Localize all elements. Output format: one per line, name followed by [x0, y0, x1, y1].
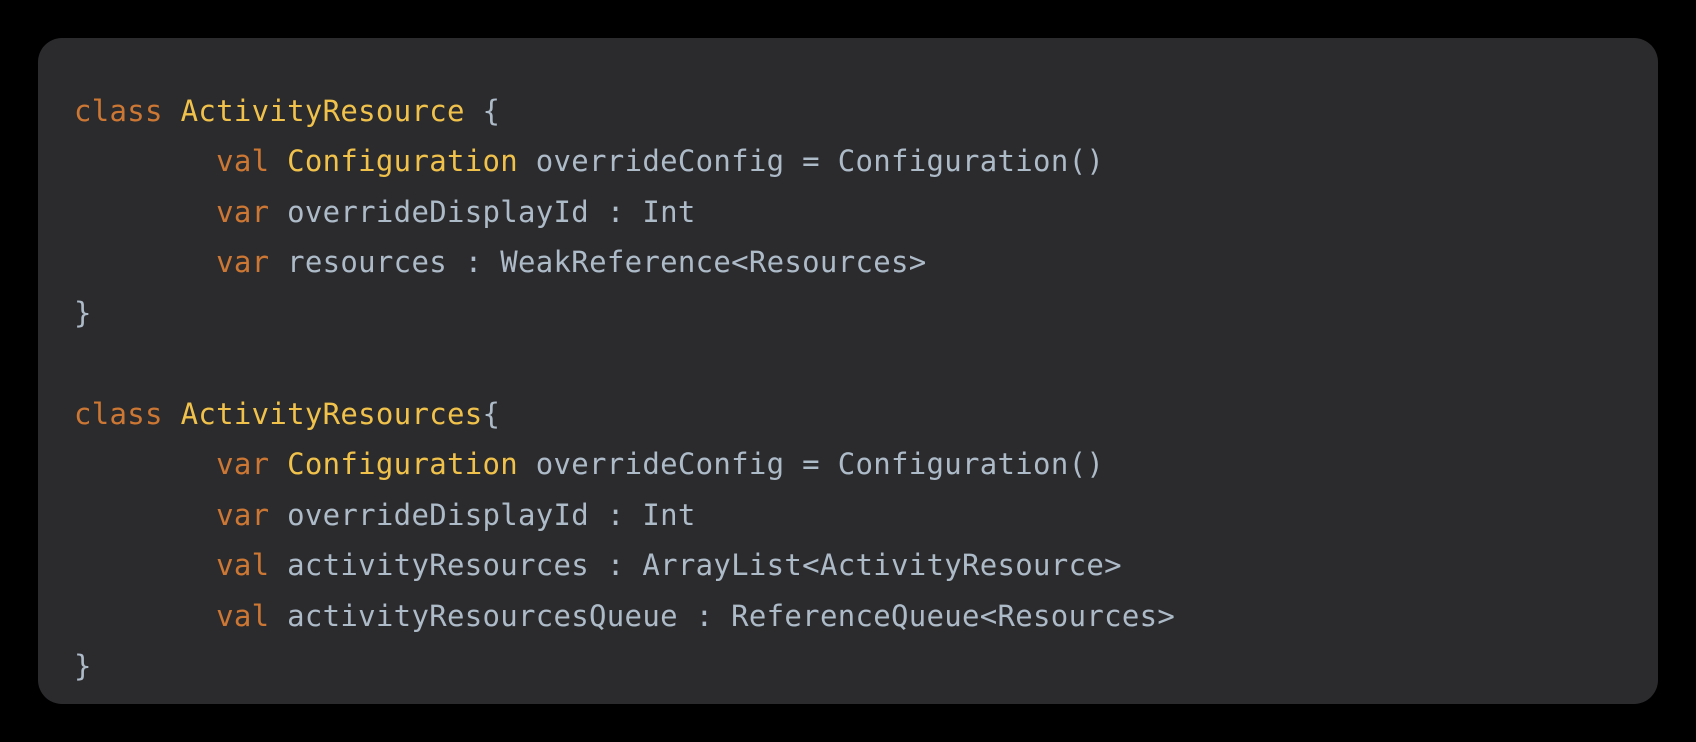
token-typeref: ReferenceQueue<Resources> — [731, 599, 1175, 633]
token-ident: overrideConfig — [536, 447, 785, 481]
token-kw: var — [216, 245, 269, 279]
token-kw: class — [74, 397, 163, 431]
code-content: class ActivityResource { val Configurati… — [74, 94, 1175, 683]
token-op: = — [802, 447, 820, 481]
token-punct: : — [607, 548, 625, 582]
token-kw: var — [216, 498, 269, 532]
token-typename: Configuration — [287, 447, 518, 481]
token-kw: var — [216, 195, 269, 229]
token-typeref: Int — [642, 195, 695, 229]
token-punct: } — [74, 296, 92, 330]
token-ident: activityResources — [287, 548, 589, 582]
code-block: class ActivityResource { val Configurati… — [38, 38, 1658, 704]
token-kw: val — [216, 144, 269, 178]
token-ident: overrideDisplayId — [287, 195, 589, 229]
token-ident: Configuration() — [838, 144, 1104, 178]
token-punct: : — [607, 195, 625, 229]
token-typename: Configuration — [287, 144, 518, 178]
token-punct: } — [74, 649, 92, 683]
token-ident: resources — [287, 245, 447, 279]
token-typeref: Int — [642, 498, 695, 532]
token-kw: class — [74, 94, 163, 128]
token-typeref: ArrayList<ActivityResource> — [642, 548, 1122, 582]
token-typename: ActivityResources — [181, 397, 483, 431]
token-ident: Configuration() — [838, 447, 1104, 481]
token-ident: overrideConfig — [536, 144, 785, 178]
token-typename: ActivityResource — [181, 94, 465, 128]
token-typeref: WeakReference<Resources> — [500, 245, 926, 279]
token-punct: { — [483, 397, 501, 431]
token-punct: : — [607, 498, 625, 532]
token-punct: : — [465, 245, 483, 279]
token-op: = — [802, 144, 820, 178]
token-ident: activityResourcesQueue — [287, 599, 678, 633]
token-kw: val — [216, 599, 269, 633]
token-punct: : — [696, 599, 714, 633]
token-kw: val — [216, 548, 269, 582]
token-punct: { — [483, 94, 501, 128]
token-ident: overrideDisplayId — [287, 498, 589, 532]
token-kw: var — [216, 447, 269, 481]
